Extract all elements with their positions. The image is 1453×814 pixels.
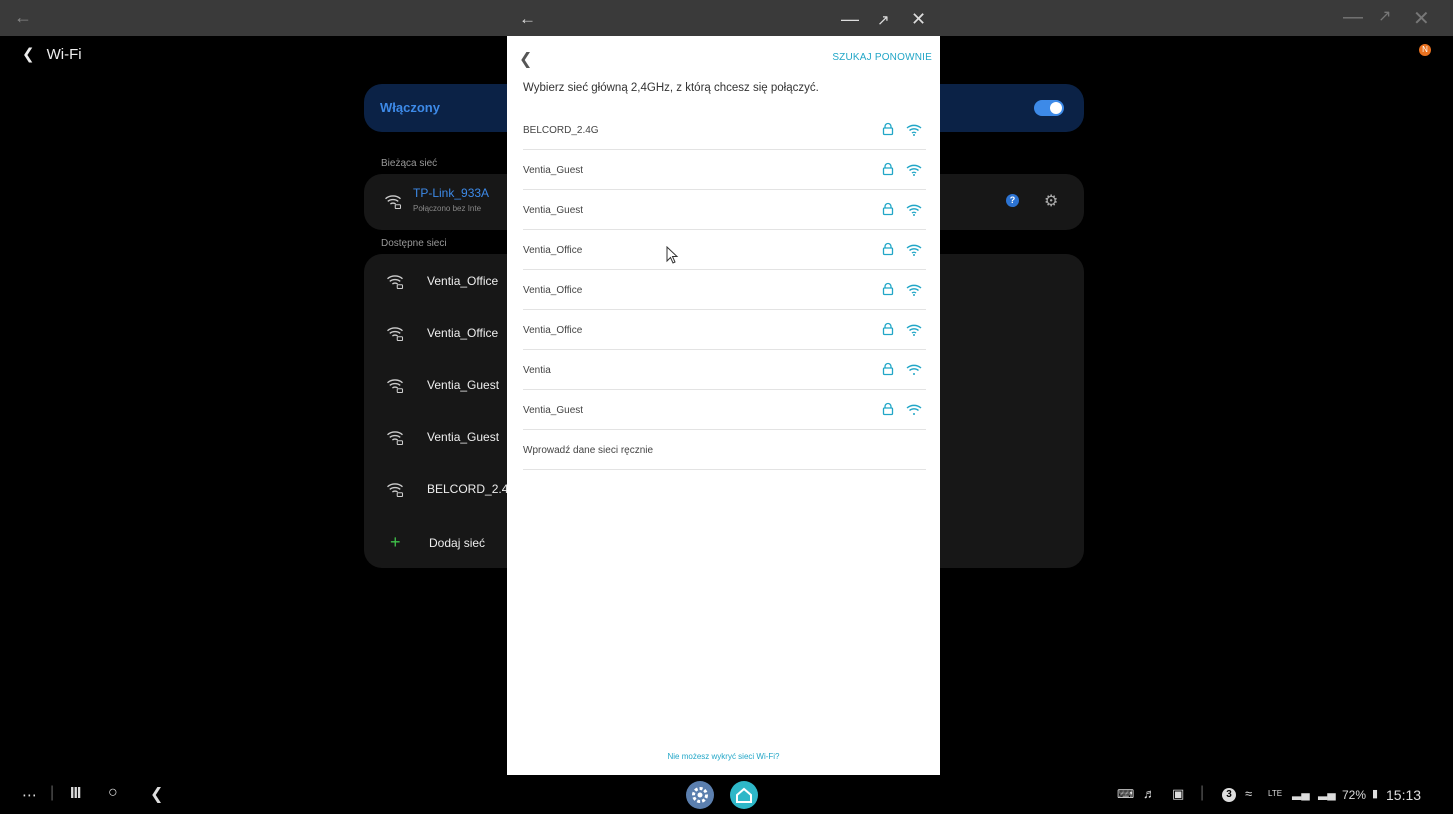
restore-icon[interactable]: ↗ [1378,6,1391,26]
battery-percent: 72% [1342,788,1367,802]
wifi-icon [906,203,922,221]
network-name: Ventia_Office [523,285,583,296]
close-icon[interactable]: ✕ [1413,6,1430,31]
wifi-lock-icon [386,324,404,347]
wifi-lock-icon [386,376,404,399]
wifi-lock-icon [386,480,404,503]
network-picker-dialog: ❮ SZUKAJ PONOWNIE Wybierz sieć główną 2,… [507,36,940,775]
rescan-button[interactable]: SZUKAJ PONOWNIE [832,52,932,63]
network-name: Ventia_Office [427,274,499,288]
dialog-network-row[interactable]: Ventia_Guest [523,190,926,230]
network-name: Ventia_Guest [427,378,500,392]
page-title: Wi-Fi [46,46,82,63]
signal-icon: ▂▄ [1292,786,1310,800]
network-name: Ventia [523,365,551,376]
available-networks-section-label: Dostępne sieci [381,238,447,249]
dialog-network-row[interactable]: Ventia [523,350,926,390]
volume-icon[interactable]: ♬ [1143,786,1156,801]
lock-icon [881,242,895,261]
dialog-network-row[interactable]: Ventia_Guest [523,390,926,430]
network-name: Ventia_Guest [427,430,500,444]
dialog-network-list: BELCORD_2.4G Ventia_Guest Ventia_Guest V… [523,110,926,470]
lock-icon [881,282,895,301]
wifi-icon [906,403,922,421]
gear-icon[interactable]: ⚙ [1044,191,1058,211]
wifi-lock-icon [384,192,402,215]
wifi-icon [906,283,922,301]
wifi-icon [906,323,922,341]
network-name: Ventia_Guest [523,205,584,216]
lock-icon [881,322,895,341]
manual-entry-label: Wprowadź dane sieci ręcznie [523,445,654,456]
manual-entry-row[interactable]: Wprowadź dane sieci ręcznie [523,430,926,470]
wifi-header: ❮ Wi-Fi [22,45,82,63]
wifi-toggle-switch[interactable] [1034,100,1064,116]
wifi-lock-icon [386,428,404,451]
divider: | [50,784,55,801]
network-name: Ventia_Office [427,326,499,340]
cant-find-wifi-link[interactable]: Nie możesz wykryć sieci Wi-Fi? [507,752,940,761]
battery-icon: ▮ [1372,788,1379,800]
taskbar: ⋯ | III ○ ❮ ⌨ ♬ ▣ | 3 ≈ LTE ▂▄ ▂▄ 72% ▮ … [0,778,1453,814]
dialog-network-row[interactable]: BELCORD_2.4G [523,110,926,150]
wifi-icon [906,163,922,181]
wifi-lock-icon [386,272,404,295]
current-network-section-label: Bieżąca sieć [381,158,438,169]
dialog-network-row[interactable]: Ventia_Guest [523,150,926,190]
back-chevron-icon[interactable]: ❮ [519,49,532,69]
help-icon[interactable]: ? [1006,194,1019,207]
close-icon[interactable]: ✕ [911,9,926,30]
minimize-icon[interactable]: — [841,9,859,30]
recent-apps-icon[interactable]: III [70,785,81,803]
dialog-window-bar: ← — ↗ ✕ [507,6,940,36]
wifi-icon [906,123,922,141]
arrow-left-icon[interactable]: ← [14,7,32,28]
arrow-left-icon[interactable]: ← [519,9,536,29]
dialog-title: Wybierz sieć główną 2,4GHz, z którą chce… [523,82,819,94]
network-name: Ventia_Guest [523,165,584,176]
settings-app-icon[interactable] [686,781,714,809]
wifi-icon [906,243,922,261]
wifi-icon [906,363,922,381]
dialog-network-row[interactable]: Ventia_Office [523,310,926,350]
lock-icon [881,162,895,181]
smart-home-app-icon[interactable] [730,781,758,809]
home-circle-icon[interactable]: ○ [108,784,118,802]
restore-icon[interactable]: ↗ [877,11,890,29]
plus-icon: + [390,532,401,552]
back-chevron-icon[interactable]: ❮ [150,784,163,804]
network-name: BELCORD_2.4 [427,482,509,496]
clock: 15:13 [1386,787,1422,803]
dialog-network-row[interactable]: Ventia_Office [523,270,926,310]
lock-icon [881,202,895,221]
wifi-status-icon: ≈ [1245,786,1253,801]
notification-count-badge[interactable]: 3 [1222,788,1236,802]
dialog-network-row[interactable]: Ventia_Office [523,230,926,270]
back-chevron-icon[interactable]: ❮ [22,45,35,63]
network-name: Ventia_Office [523,245,583,256]
add-network-label: Dodaj sieć [429,536,486,550]
network-name: BELCORD_2.4G [523,125,599,136]
network-name: Ventia_Office [523,325,583,336]
wifi-toggle-label: Włączony [380,100,440,115]
mouse-cursor-icon [666,246,679,264]
current-network-status: Połączono bez Inte [413,204,482,213]
notification-icon[interactable]: N [1419,44,1431,56]
lock-icon [881,362,895,381]
signal-icon: ▂▄ [1318,786,1336,800]
screenshot-icon[interactable]: ▣ [1172,786,1184,802]
lock-icon [881,402,895,421]
minimize-icon[interactable]: — [1343,6,1363,29]
current-network-name: TP-Link_933A [413,186,490,200]
keyboard-icon[interactable]: ⌨ [1117,787,1134,801]
apps-grid-icon[interactable]: ⋯ [22,786,37,804]
divider: | [1200,784,1205,801]
lte-label: LTE [1268,789,1283,798]
network-name: Ventia_Guest [523,405,584,416]
lock-icon [881,122,895,141]
